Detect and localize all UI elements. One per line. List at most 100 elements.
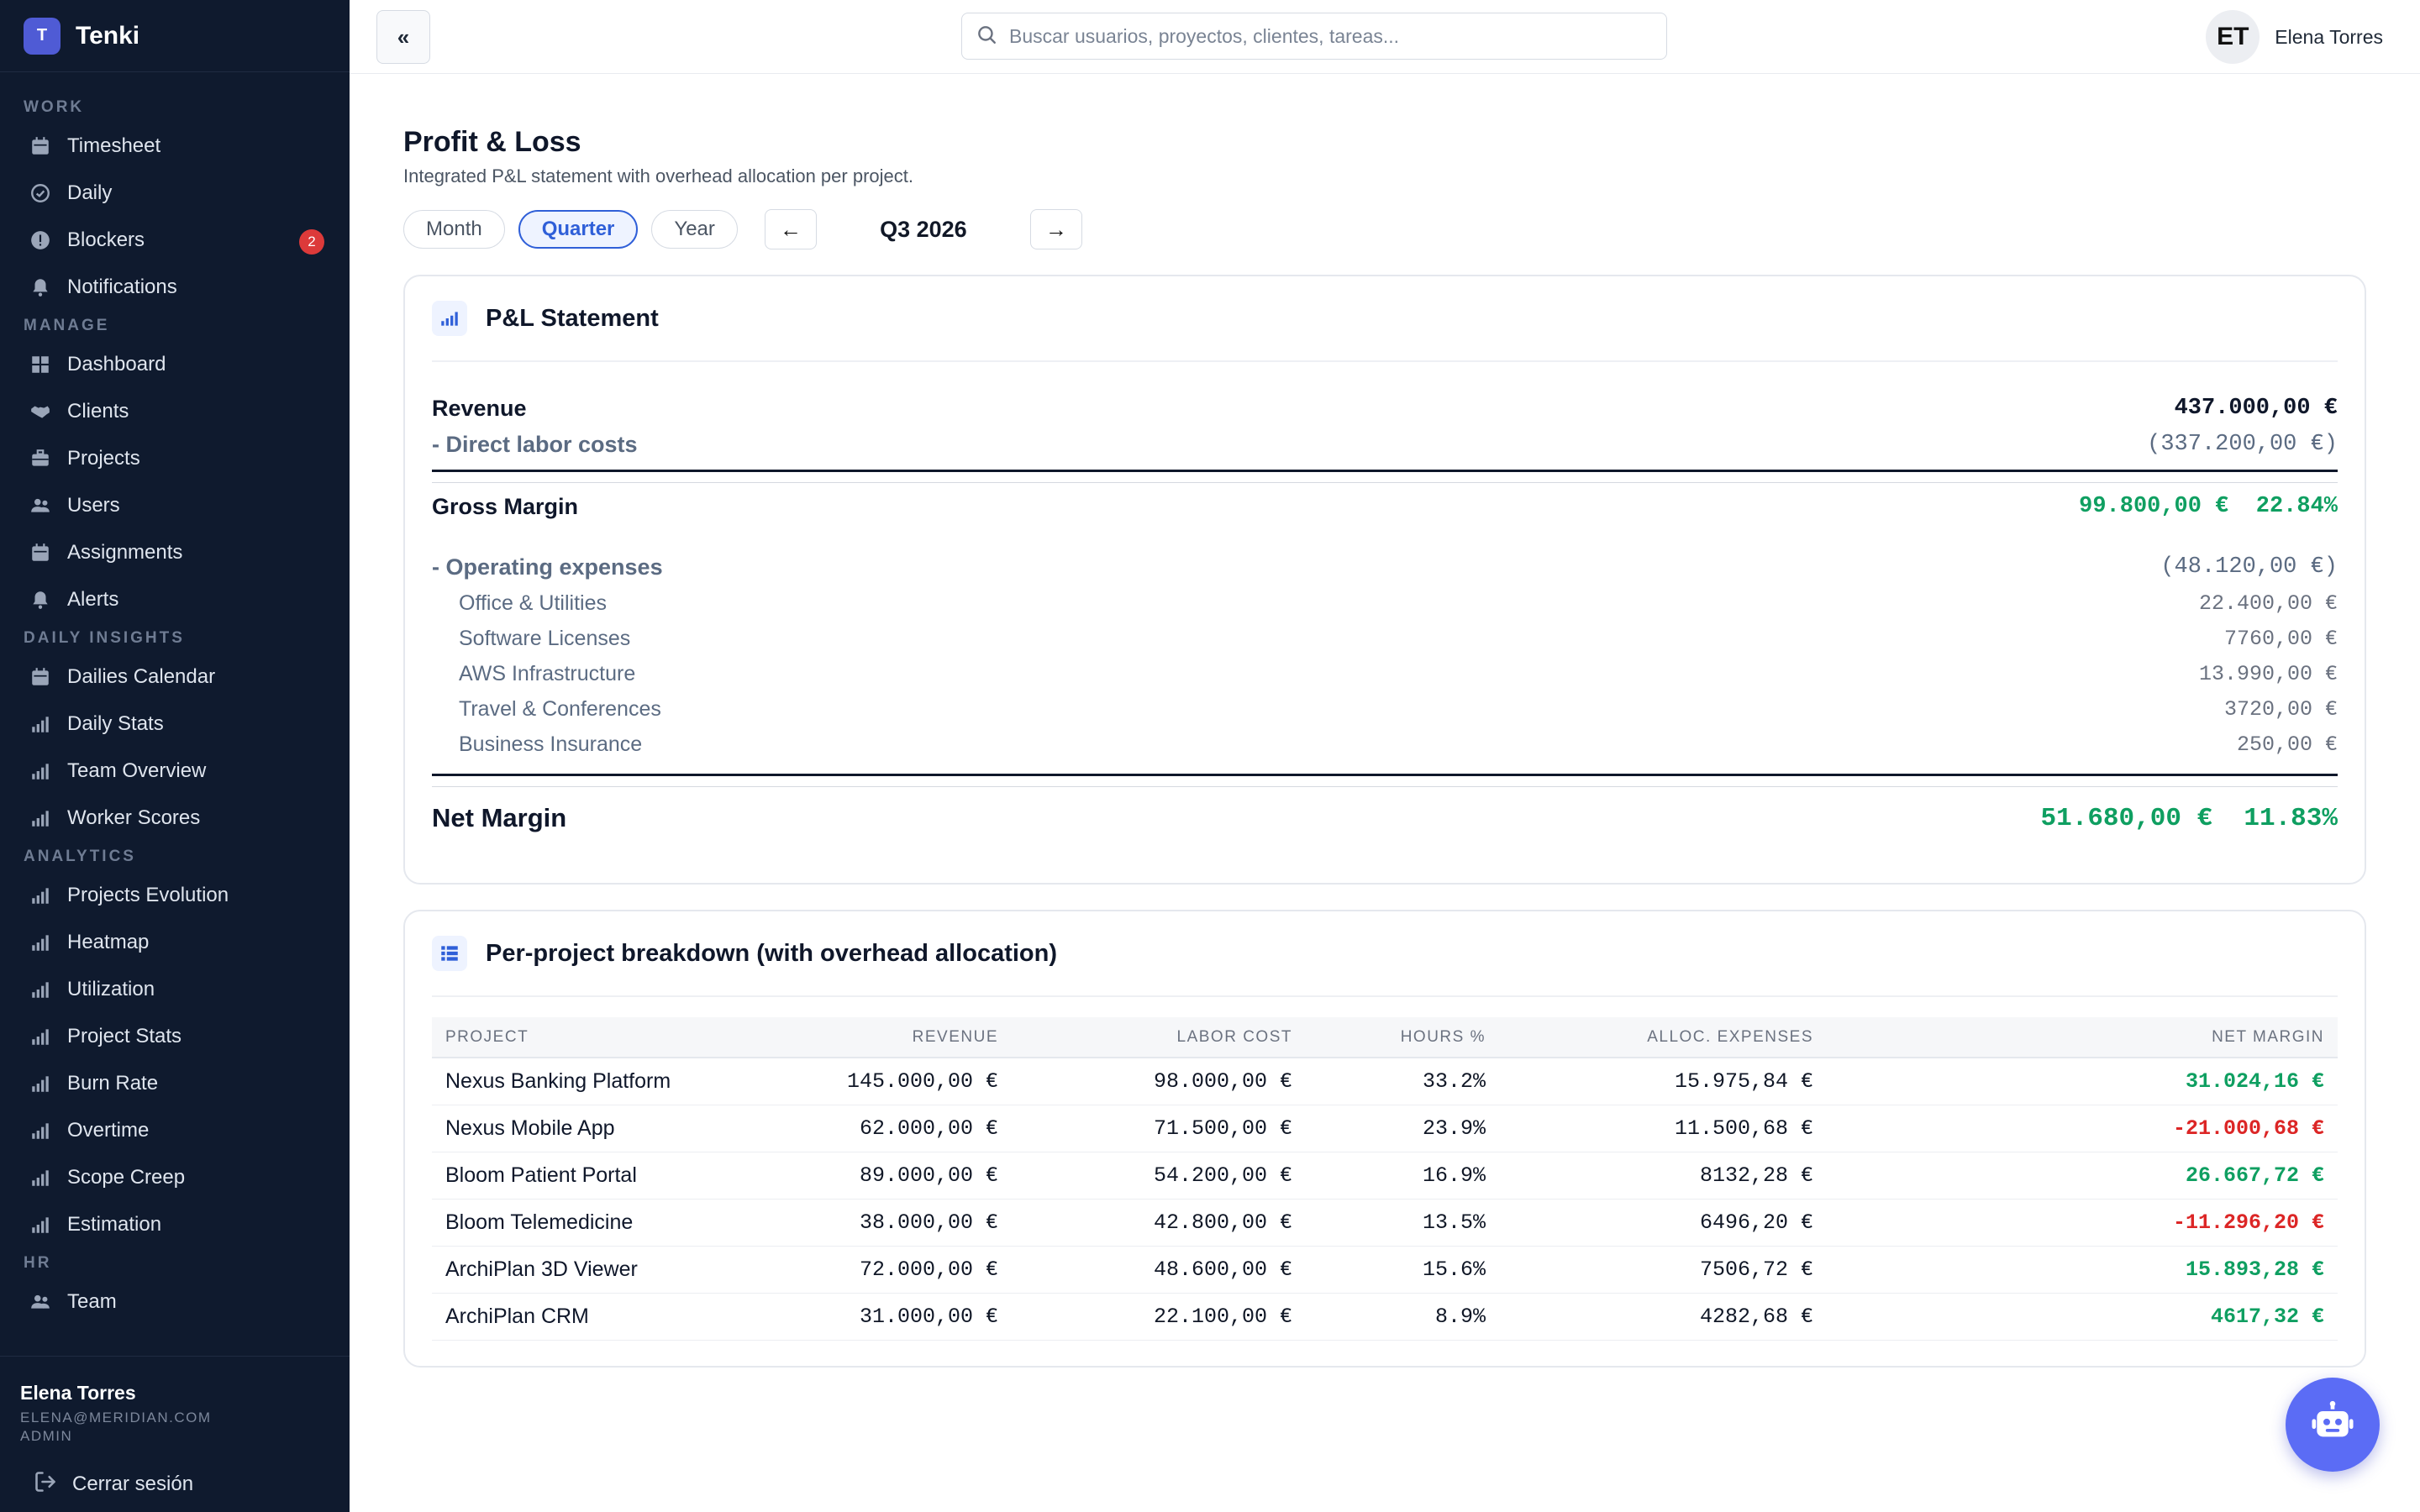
- brand-logo: T: [24, 17, 60, 55]
- sidebar-item-assignments[interactable]: Assignments: [0, 529, 350, 576]
- brand[interactable]: T Tenki: [0, 0, 350, 72]
- search-input[interactable]: [1009, 24, 1631, 48]
- cell-project: ArchiPlan 3D Viewer: [432, 1246, 734, 1294]
- cell-labor-cost: 71.500,00 €: [1012, 1105, 1306, 1152]
- bar-chart-icon: [29, 759, 52, 783]
- bar-chart-icon: [29, 978, 52, 1001]
- opex-item-row: Office & Utilities 22.400,00 €: [432, 585, 2338, 621]
- sidebar-item-blockers[interactable]: Blockers 2: [0, 217, 350, 264]
- col-revenue[interactable]: REVENUE: [734, 1017, 1012, 1058]
- bell-icon: [29, 588, 52, 612]
- sidebar-item-estimation[interactable]: Estimation: [0, 1201, 350, 1248]
- table-row[interactable]: Nexus Banking Platform 145.000,00 €98.000…: [432, 1058, 2338, 1105]
- sidebar-item-label: Heatmap: [67, 931, 150, 953]
- handshake-icon: [29, 400, 52, 423]
- gross-margin-row: Gross Margin 99.800,00 € 22.84%: [432, 483, 2338, 530]
- period-selector: Month Quarter Year ← Q3 2026 →: [403, 209, 2366, 249]
- bar-chart-icon: [29, 806, 52, 830]
- tab-month[interactable]: Month: [403, 210, 505, 249]
- cell-net-margin: 4617,32 €: [1827, 1293, 2338, 1341]
- col-net-margin[interactable]: NET MARGIN: [1827, 1017, 2338, 1058]
- next-period-button[interactable]: →: [1029, 209, 1082, 249]
- footer-user-email: ELENA@MERIDIAN.COM: [20, 1410, 212, 1425]
- net-margin-label: Net Margin: [432, 803, 567, 832]
- sidebar-item-dailies-calendar[interactable]: Dailies Calendar: [0, 654, 350, 701]
- assistant-fab-button[interactable]: [2286, 1378, 2380, 1472]
- table-row[interactable]: Bloom Telemedicine 38.000,00 €42.800,00 €…: [432, 1199, 2338, 1247]
- avatar[interactable]: ET: [2206, 10, 2260, 64]
- sidebar-item-notifications[interactable]: Notifications: [0, 264, 350, 311]
- col-labor-cost[interactable]: LABOR COST: [1012, 1017, 1306, 1058]
- period-label: Q3 2026: [880, 216, 967, 242]
- sidebar-item-team-overview[interactable]: Team Overview: [0, 748, 350, 795]
- briefcase-icon: [29, 447, 52, 470]
- col-project[interactable]: PROJECT: [432, 1017, 734, 1058]
- sidebar-section-title: ANALYTICS: [24, 848, 136, 865]
- opex-label: - Operating expenses: [432, 554, 663, 580]
- prev-period-button[interactable]: ←: [764, 209, 817, 249]
- bell-icon: [29, 276, 52, 299]
- sidebar-item-clients[interactable]: Clients: [0, 388, 350, 435]
- sidebar-item-timesheet[interactable]: Timesheet: [0, 123, 350, 170]
- sidebar-item-daily[interactable]: Daily: [0, 170, 350, 217]
- robot-icon: [2309, 1399, 2356, 1451]
- search-box[interactable]: [961, 13, 1667, 60]
- opex-item-label: Office & Utilities: [459, 591, 607, 615]
- tab-year[interactable]: Year: [651, 210, 738, 249]
- logout-label: Cerrar sesión: [72, 1472, 194, 1495]
- col-alloc-expenses[interactable]: ALLOC. EXPENSES: [1499, 1017, 1827, 1058]
- collapse-sidebar-button[interactable]: «: [376, 10, 430, 64]
- cell-project: Nexus Banking Platform: [432, 1058, 734, 1105]
- sidebar-item-burn-rate[interactable]: Burn Rate: [0, 1060, 350, 1107]
- cell-labor-cost: 98.000,00 €: [1012, 1058, 1306, 1105]
- sidebar-item-scope-creep[interactable]: Scope Creep: [0, 1154, 350, 1201]
- cell-alloc-expenses: 7506,72 €: [1499, 1246, 1827, 1294]
- sidebar-item-label: Alerts: [67, 588, 119, 611]
- opex-item-label: Software Licenses: [459, 626, 631, 650]
- table-row[interactable]: ArchiPlan 3D Viewer 72.000,00 €48.600,00 …: [432, 1246, 2338, 1294]
- sidebar-item-dashboard[interactable]: Dashboard: [0, 341, 350, 388]
- tab-quarter[interactable]: Quarter: [518, 210, 639, 249]
- cell-project: Bloom Telemedicine: [432, 1199, 734, 1247]
- sidebar-item-worker-scores[interactable]: Worker Scores: [0, 795, 350, 842]
- opex-item-row: Software Licenses 7760,00 €: [432, 621, 2338, 656]
- bar-chart-icon: [29, 1213, 52, 1236]
- revenue-label: Revenue: [432, 395, 527, 421]
- opex-value: (48.120,00 €): [2160, 554, 2338, 580]
- gross-margin-percent: 22.84%: [2255, 494, 2338, 519]
- pl-statement-card: P&L Statement Revenue 437.000,00 € - Dir…: [403, 275, 2366, 885]
- cell-hours-pct: 23.9%: [1306, 1105, 1499, 1152]
- sidebar-item-projects[interactable]: Projects: [0, 435, 350, 482]
- footer-user-role: ADMIN: [20, 1428, 73, 1444]
- sidebar-item-label: Blockers: [67, 228, 145, 251]
- sidebar-item-team[interactable]: Team: [0, 1278, 350, 1326]
- divider: [432, 470, 2338, 472]
- labor-label: - Direct labor costs: [432, 431, 638, 457]
- sidebar-item-projects-evolution[interactable]: Projects Evolution: [0, 872, 350, 919]
- users-icon: [29, 1290, 52, 1314]
- sidebar-item-users[interactable]: Users: [0, 482, 350, 529]
- user-menu[interactable]: ET Elena Torres: [2206, 10, 2383, 64]
- logout-button[interactable]: Cerrar sesión: [20, 1470, 329, 1498]
- opex-item-value: 3720,00 €: [2223, 696, 2338, 722]
- opex-item-label: Business Insurance: [459, 732, 643, 756]
- table-row[interactable]: ArchiPlan CRM 31.000,00 €22.100,00 €8.9% 4…: [432, 1293, 2338, 1341]
- table-row[interactable]: Nexus Mobile App 62.000,00 €71.500,00 €23…: [432, 1105, 2338, 1152]
- user-name: Elena Torres: [2275, 25, 2383, 48]
- cell-net-margin: -11.296,20 €: [1827, 1199, 2338, 1247]
- sidebar-item-project-stats[interactable]: Project Stats: [0, 1013, 350, 1060]
- sidebar-item-alerts[interactable]: Alerts: [0, 576, 350, 623]
- cell-net-margin: 15.893,28 €: [1827, 1246, 2338, 1294]
- cell-labor-cost: 54.200,00 €: [1012, 1152, 1306, 1200]
- sidebar-item-overtime[interactable]: Overtime: [0, 1107, 350, 1154]
- pl-card-title: P&L Statement: [486, 304, 659, 332]
- bar-chart-icon: [29, 1072, 52, 1095]
- sidebar-nav: WORK Timesheet Daily Blockers 2 Notifications…: [0, 72, 350, 1326]
- col-hours-pct[interactable]: HOURS %: [1306, 1017, 1499, 1058]
- project-breakdown-card: Per-project breakdown (with overhead all…: [403, 910, 2366, 1368]
- sidebar-item-utilization[interactable]: Utilization: [0, 966, 350, 1013]
- sidebar-item-daily-stats[interactable]: Daily Stats: [0, 701, 350, 748]
- sidebar-item-heatmap[interactable]: Heatmap: [0, 919, 350, 966]
- sidebar-item-label: Burn Rate: [67, 1072, 159, 1095]
- table-row[interactable]: Bloom Patient Portal 89.000,00 €54.200,00…: [432, 1152, 2338, 1200]
